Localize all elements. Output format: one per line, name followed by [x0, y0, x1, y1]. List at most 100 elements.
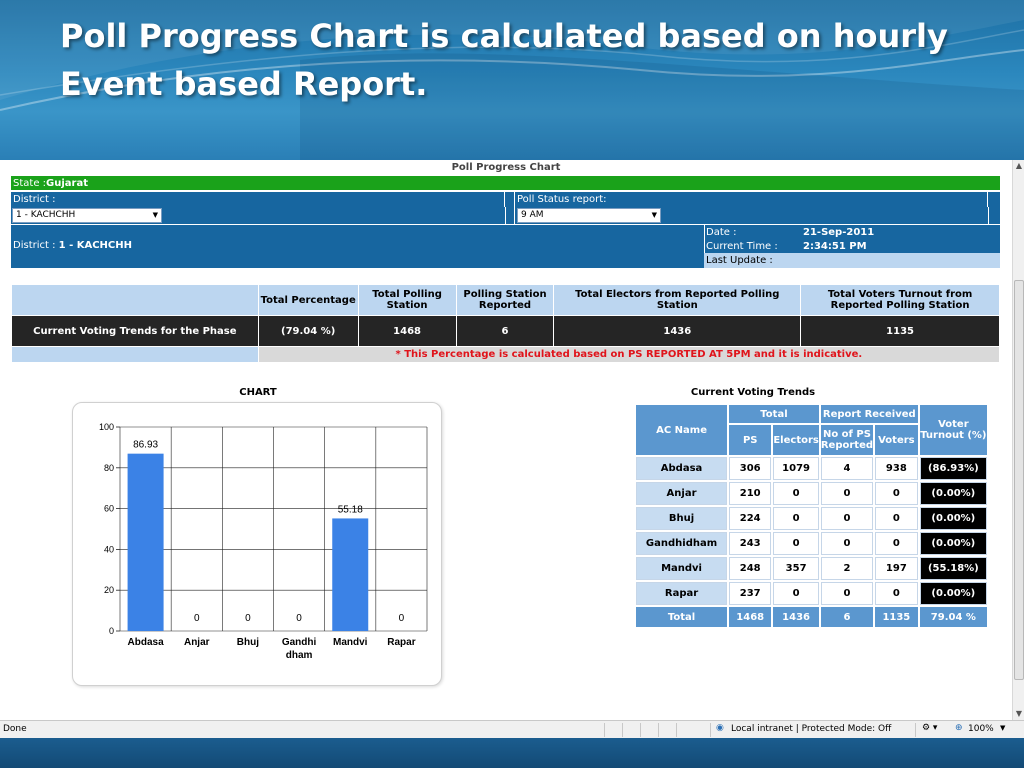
nops-cell: 0 [820, 507, 874, 530]
voters-cell: 0 [875, 482, 918, 505]
spacer-cell [988, 207, 1000, 224]
slide-header: Poll Progress Chart is calculated based … [0, 0, 1024, 160]
x-category-label: Mandvi [333, 637, 368, 648]
summary-cell: 1468 [357, 315, 457, 347]
total-ps: 1468 [729, 607, 772, 627]
turnout-cell: (0.00%) [919, 532, 987, 555]
bar-value-label: 0 [296, 613, 302, 624]
page-title: Poll Progress Chart [451, 162, 561, 173]
spacer-cell [988, 192, 1000, 207]
ac-name-cell: Abdasa [636, 457, 728, 480]
voters-cell: 0 [875, 507, 918, 530]
ps-cell: 224 [729, 507, 772, 530]
district-select[interactable]: 1 - KACHCHH ▼ [12, 208, 162, 223]
ps-cell: 306 [729, 457, 772, 480]
turnout-cell: (0.00%) [919, 582, 987, 605]
y-tick-label: 100 [99, 422, 114, 432]
summary-cell: (79.04 %) [257, 315, 359, 347]
summary-header: Total Percentage [257, 284, 359, 316]
dropdown-arrow-icon: ▼ [152, 211, 158, 219]
zoom-level[interactable]: 100% [968, 724, 994, 734]
browser-content: Poll Progress Chart State : Gujarat Dist… [0, 160, 1024, 720]
trends-header-turnout: Voter Turnout (%) [919, 405, 987, 455]
trends-body: Abdasa 306 1079 4 938 (86.93%) Anjar 210 0 0 0 (0.0… [636, 457, 987, 605]
summary-header: Total Electors from Reported Polling Sta… [553, 284, 802, 316]
dropdown-arrow-icon: ▼ [651, 211, 657, 219]
voters-cell: 0 [875, 532, 918, 555]
x-category-label: dham [286, 650, 313, 661]
electors-cell: 0 [773, 507, 819, 530]
trends-row: Abdasa 306 1079 4 938 (86.93%) [636, 457, 987, 480]
poll-status-select-value: 9 AM [521, 210, 544, 220]
voters-cell: 938 [875, 457, 918, 480]
state-row: State : Gujarat [11, 176, 1000, 190]
y-tick-label: 60 [104, 504, 114, 514]
scroll-up-icon[interactable]: ▲ [1013, 160, 1024, 172]
x-category-label: Rapar [387, 637, 415, 648]
turnout-cell: (55.18%) [919, 557, 987, 580]
nops-cell: 0 [820, 532, 874, 555]
chart-frame: 0 20 40 60 80 100 86.93 Abdasa 0 Anjar 0 Bhuj 0 Gandh… [72, 402, 442, 686]
status-divider [640, 723, 641, 737]
summary-header: Total Polling Station [357, 284, 457, 316]
summary-note-row: * This Percentage is calculated based on… [11, 346, 1001, 363]
last-update-label: Last Update : [704, 253, 1000, 268]
trends-header-report: Report Received [820, 405, 918, 423]
spacer-cell [505, 192, 515, 207]
scroll-thumb[interactable] [1014, 280, 1024, 680]
ac-name-cell: Bhuj [636, 507, 728, 530]
spacer-cell [505, 207, 515, 224]
trends-row: Anjar 210 0 0 0 (0.00%) [636, 482, 987, 505]
ps-cell: 243 [729, 532, 772, 555]
globe-icon: ◉ [716, 723, 724, 733]
district-select-value: 1 - KACHCHH [16, 210, 76, 220]
trends-header-nops: No of PS Reported [820, 425, 874, 455]
bar-value-label: 0 [399, 613, 405, 624]
x-category-label: Abdasa [128, 637, 165, 648]
electors-cell: 0 [773, 482, 819, 505]
trends-total-row: Total 1468 1436 6 1135 79.04 % [636, 607, 987, 627]
trends-row: Rapar 237 0 0 0 (0.00%) [636, 582, 987, 605]
trends-row: Gandhidham 243 0 0 0 (0.00%) [636, 532, 987, 555]
district-info-value: 1 - KACHCHH [58, 240, 133, 251]
total-label: Total [636, 607, 728, 627]
zoom-icon: ⊕ [955, 723, 963, 733]
bar [332, 518, 369, 631]
bar-value-label: 0 [245, 613, 251, 624]
ac-name-cell: Gandhidham [636, 532, 728, 555]
summary-note: * This Percentage is calculated based on… [257, 346, 1001, 363]
trends-table: AC Name Total Report Received Voter Turn… [634, 403, 989, 629]
total-electors: 1436 [773, 607, 819, 627]
vertical-scrollbar[interactable]: ▲ ▼ [1012, 160, 1024, 720]
summary-table: Total Percentage Total Polling Station P… [11, 284, 1001, 363]
status-divider [710, 723, 711, 737]
summary-data-row: Current Voting Trends for the Phase (79.… [11, 315, 1000, 347]
poll-status-select[interactable]: 9 AM ▼ [517, 208, 661, 223]
total-nops: 6 [820, 607, 874, 627]
trends-row: Bhuj 224 0 0 0 (0.00%) [636, 507, 987, 530]
poll-status-label: Poll Status report: [515, 192, 988, 207]
bar [127, 453, 164, 631]
status-divider [622, 723, 623, 737]
electors-cell: 0 [773, 582, 819, 605]
summary-note-blank [11, 346, 259, 363]
status-divider [915, 723, 916, 737]
district-info-block: District : 1 - KACHCHH Date : 21-Sep-201… [11, 225, 1000, 268]
summary-header: Total Voters Turnout from Reported Polli… [800, 284, 1000, 316]
status-divider [676, 723, 677, 737]
ps-cell: 237 [729, 582, 772, 605]
state-label: State : [13, 177, 47, 189]
time-label: Current Time : [706, 241, 778, 252]
ac-name-cell: Rapar [636, 582, 728, 605]
state-value: Gujarat [46, 177, 88, 189]
status-bar: Done ◉ Local intranet | Protected Mode: … [0, 720, 1024, 738]
zoom-dropdown-icon[interactable]: ▼ [1000, 724, 1005, 732]
y-tick-label: 40 [104, 544, 114, 554]
scroll-down-icon[interactable]: ▼ [1013, 708, 1024, 720]
x-category-label: Anjar [184, 637, 210, 648]
district-info-label: District : [13, 240, 59, 251]
summary-row-label: Current Voting Trends for the Phase [11, 315, 259, 347]
protected-mode-icon[interactable]: ⚙ ▾ [922, 723, 937, 733]
trends-header-electors: Electors [773, 425, 819, 455]
bar-value-label: 55.18 [338, 504, 363, 515]
